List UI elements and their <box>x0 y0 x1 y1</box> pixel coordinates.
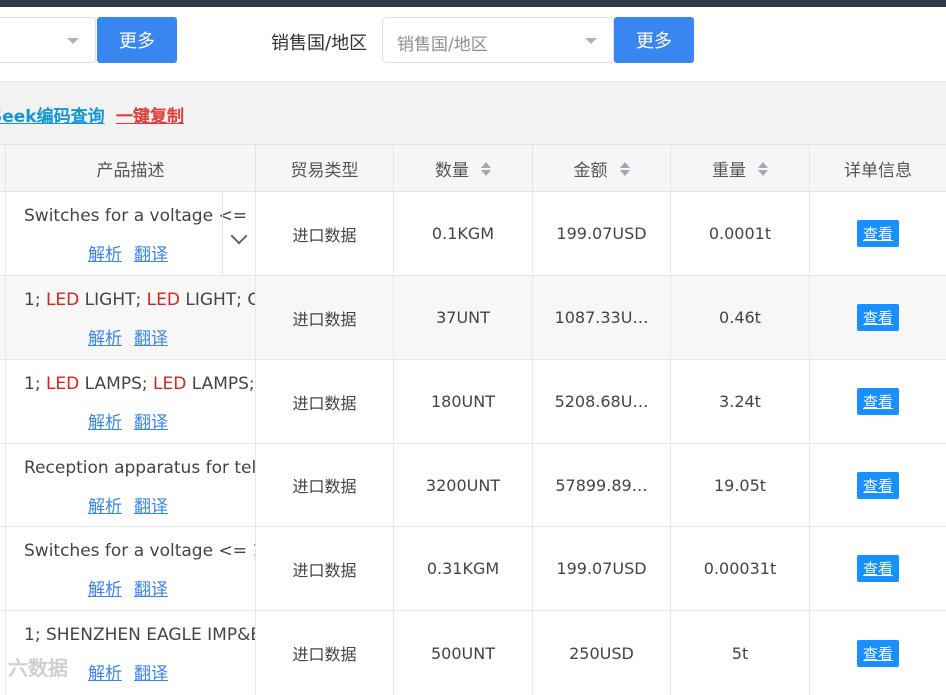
detail-cell: 查看 <box>810 444 946 526</box>
amount-cell: 199.07USD <box>533 527 671 610</box>
header-weight[interactable]: 重量 <box>671 145 810 192</box>
country-select-placeholder: 销售国/地区 <box>397 35 488 55</box>
analyze-link[interactable]: 解析 <box>88 245 122 265</box>
product-desc: Switches for a voltage <= 1.00 <box>24 541 255 561</box>
detail-cell: 查看 <box>810 192 946 275</box>
detail-cell: 查看 <box>810 360 946 443</box>
amount-cell: 199.07USD <box>533 192 671 275</box>
view-button[interactable]: 查看 <box>856 388 899 415</box>
quantity-cell: 180UNT <box>394 360 533 443</box>
table-row: Reception apparatus for televi 解析 翻译 进口数据… <box>0 444 946 527</box>
view-button[interactable]: 查看 <box>856 555 899 582</box>
country-select[interactable]: 销售国/地区 <box>382 17 614 63</box>
weight-cell: 3.24t <box>671 360 810 443</box>
table-row: 1; LED LIGHT; LED LIGHT; Cl 解析 翻译 进口数据 37… <box>0 276 946 360</box>
translate-link[interactable]: 翻译 <box>134 329 168 349</box>
table-row: Switches for a voltage <= 解析 翻译 进口数据 0.1K… <box>0 192 946 276</box>
view-button[interactable]: 查看 <box>856 471 899 499</box>
table-header: 产品描述 贸易类型 数量 金额 重量 详单信息 <box>0 144 946 192</box>
product-desc: 1; SHENZHEN EAGLE IMP&E <box>24 625 256 645</box>
trade-type-cell: 进口数据 <box>256 192 394 275</box>
quantity-cell: 0.31KGM <box>394 527 533 610</box>
trade-type-cell: 进口数据 <box>256 360 394 443</box>
trade-type-cell: 进口数据 <box>256 611 394 695</box>
seek-code-link[interactable]: Seek编码查询 <box>0 102 105 127</box>
translate-link[interactable]: 翻译 <box>134 245 168 265</box>
filter-bar: 更多 销售国/地区 销售国/地区 更多 <box>0 7 946 81</box>
trade-type-cell: 进口数据 <box>256 527 394 610</box>
header-amount[interactable]: 金额 <box>533 145 671 192</box>
table-row: Switches for a voltage <= 1.00 解析翻译 进口数据… <box>0 527 946 611</box>
weight-cell: 19.05t <box>671 444 810 526</box>
product-desc: Switches for a voltage <= <box>24 206 247 226</box>
copy-all-link[interactable]: 一键复制 <box>116 102 184 127</box>
translate-link[interactable]: 翻译 <box>134 497 168 517</box>
amount-cell: 57899.89… <box>533 444 671 526</box>
chevron-down-icon <box>585 38 597 44</box>
top-bar <box>0 0 946 7</box>
desc-cell: 1; LED LAMPS; LED LAMPS; 解析 翻译 <box>6 360 256 443</box>
detail-cell: 查看 <box>810 611 946 695</box>
trade-type-cell: 进口数据 <box>256 276 394 359</box>
header-trade-type: 贸易类型 <box>256 145 394 192</box>
chevron-down-icon <box>230 227 248 245</box>
quantity-cell: 0.1KGM <box>394 192 533 275</box>
expand-toggle[interactable] <box>222 192 255 275</box>
amount-cell: 250USD <box>533 611 671 695</box>
country-label: 销售国/地区 <box>271 33 368 54</box>
translate-link[interactable]: 翻译 <box>134 413 168 433</box>
sort-icon[interactable] <box>758 161 768 176</box>
product-desc: 1; LED LIGHT; LED LIGHT; Cl <box>24 290 256 310</box>
weight-cell: 0.00031t <box>671 527 810 610</box>
view-button[interactable]: 查看 <box>856 220 899 247</box>
desc-cell: Reception apparatus for televi 解析 翻译 <box>6 444 256 526</box>
view-button[interactable]: 查看 <box>856 304 899 331</box>
table-row: 1; LED LAMPS; LED LAMPS; 解析 翻译 进口数据 180UN… <box>0 360 946 444</box>
weight-cell: 0.46t <box>671 276 810 359</box>
quantity-cell: 3200UNT <box>394 444 533 526</box>
desc-cell: Switches for a voltage <= 解析 翻译 <box>6 192 256 275</box>
weight-cell: 5t <box>671 611 810 695</box>
weight-cell: 0.0001t <box>671 192 810 275</box>
header-desc: 产品描述 <box>6 145 256 192</box>
quantity-cell: 37UNT <box>394 276 533 359</box>
detail-cell: 查看 <box>810 276 946 359</box>
header-detail: 详单信息 <box>844 161 912 181</box>
amount-cell: 1087.33U… <box>533 276 671 359</box>
filter-select-1[interactable] <box>0 17 96 63</box>
desc-cell: Switches for a voltage <= 1.00 解析翻译 <box>6 527 256 610</box>
header-quantity[interactable]: 数量 <box>394 145 533 192</box>
sort-icon[interactable] <box>481 161 491 176</box>
analyze-link[interactable]: 解析 <box>88 664 122 684</box>
translate-link[interactable]: 翻译 <box>134 580 168 600</box>
product-desc: 1; LED LAMPS; LED LAMPS; <box>24 374 255 394</box>
table-row: 1; SHENZHEN EAGLE IMP&E 解析 翻译 进口数据 500UNT… <box>0 611 946 695</box>
more-button-2[interactable]: 更多 <box>614 17 694 63</box>
toolbar: Seek编码查询 一键复制 <box>0 81 946 145</box>
product-desc: Reception apparatus for televi <box>24 458 256 478</box>
view-button[interactable]: 查看 <box>856 639 899 667</box>
quantity-cell: 500UNT <box>394 611 533 695</box>
analyze-link[interactable]: 解析 <box>88 413 122 433</box>
analyze-link[interactable]: 解析 <box>88 329 122 349</box>
sort-icon[interactable] <box>619 161 630 176</box>
trade-type-cell: 进口数据 <box>256 444 394 526</box>
analyze-link[interactable]: 解析 <box>88 497 122 517</box>
desc-cell: 1; LED LIGHT; LED LIGHT; Cl 解析 翻译 <box>6 276 256 359</box>
chevron-down-icon <box>67 38 79 44</box>
more-button-1[interactable]: 更多 <box>97 17 177 63</box>
analyze-link[interactable]: 解析 <box>88 580 122 600</box>
amount-cell: 5208.68U… <box>533 360 671 443</box>
watermark: 六数据 <box>8 656 68 680</box>
detail-cell: 查看 <box>810 527 946 610</box>
translate-link[interactable]: 翻译 <box>134 664 168 684</box>
